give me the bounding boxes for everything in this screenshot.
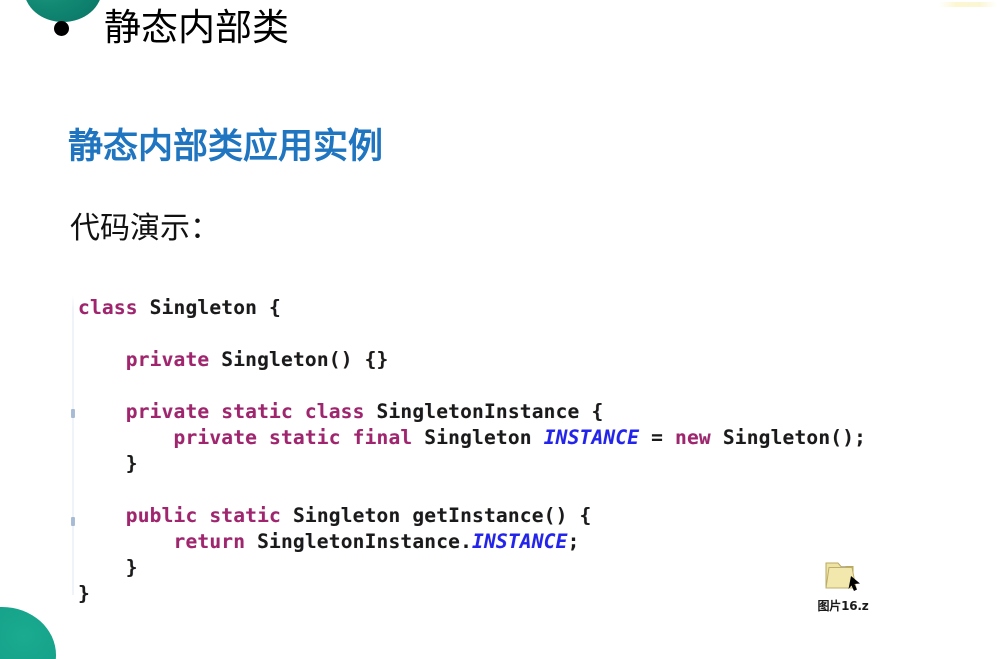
demo-label: 代码演示： <box>70 211 220 246</box>
code-block: class Singleton { private Singleton() {}… <box>71 295 918 607</box>
code-token: class <box>78 296 138 319</box>
embedded-object-label: 图片16.z <box>817 599 869 613</box>
code-token: Singleton(); <box>710 426 867 449</box>
code-token: Singleton <box>412 426 544 449</box>
teal-corner-decoration-icon <box>0 607 56 659</box>
code-token: INSTANCE <box>472 530 568 553</box>
code-token: return <box>173 530 246 553</box>
code-gutter <box>72 295 74 595</box>
code-token: private <box>125 348 210 371</box>
code-token: Singleton() {} <box>209 348 389 371</box>
code-token: INSTANCE <box>543 426 640 449</box>
code-token: } <box>78 452 138 475</box>
code-token: } <box>78 582 90 605</box>
code-token: SingletonInstance { <box>364 400 604 423</box>
code-token: ; <box>567 530 580 553</box>
slide-title-row: 静态内部类 <box>54 6 289 49</box>
code-token: private static final <box>173 426 413 449</box>
embedded-folder-object[interactable]: 图片16.z <box>812 558 874 614</box>
code-token: Singleton { <box>137 296 281 319</box>
code-token: Singleton getInstance() { <box>281 504 592 527</box>
code-fold-marker-icon[interactable] <box>71 517 75 526</box>
code-token: } <box>78 556 138 579</box>
folder-icon[interactable] <box>821 558 865 596</box>
code-token: public static <box>125 504 281 527</box>
code-token: new <box>675 426 711 449</box>
bullet-dot-icon <box>54 20 69 36</box>
code-token: = <box>639 426 676 449</box>
code-token: SingletonInstance. <box>245 530 473 553</box>
code-token: private static class <box>125 400 365 423</box>
slide-canvas: 静态内部类 静态内部类应用实例 代码演示： class Singleton { … <box>0 0 997 659</box>
page-title: 静态内部类 <box>104 6 289 49</box>
section-subheading: 静态内部类应用实例 <box>68 126 384 167</box>
top-right-streak-decoration <box>939 2 997 7</box>
code-fold-marker-icon[interactable] <box>71 409 75 418</box>
code-text: class Singleton { private Singleton() {}… <box>78 295 918 607</box>
